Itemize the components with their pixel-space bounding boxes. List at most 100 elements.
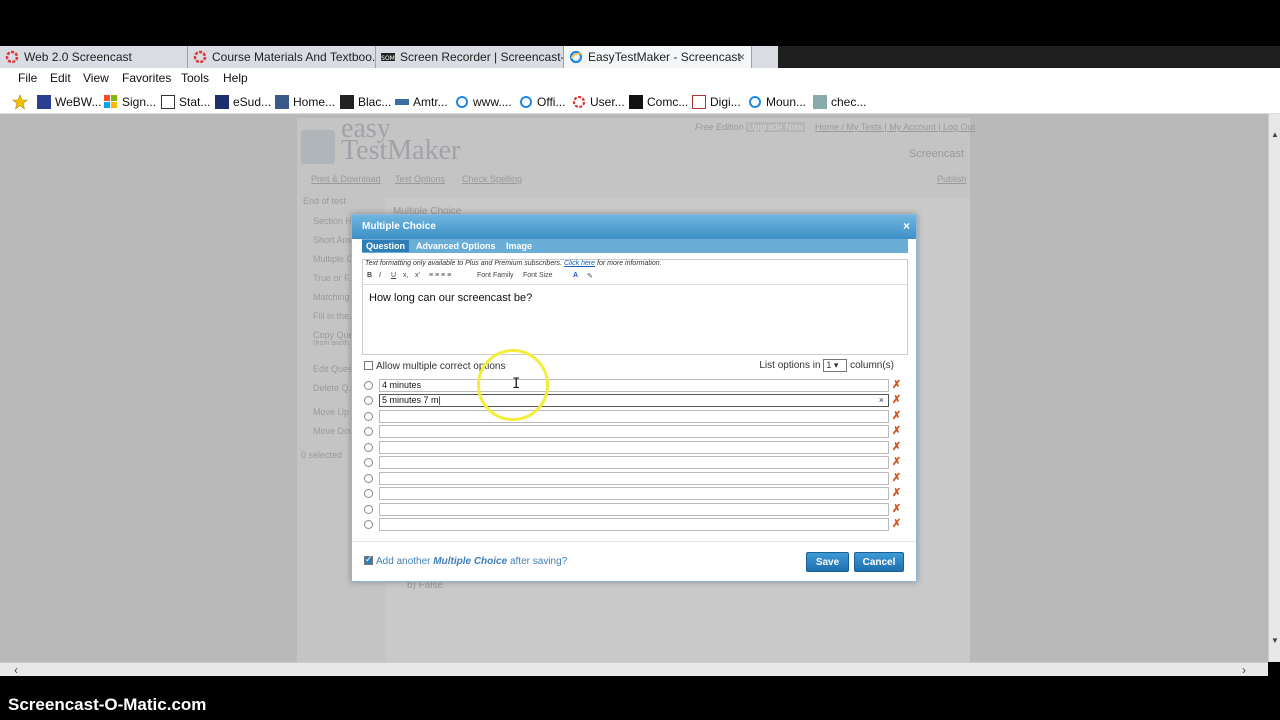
tab-screen-recorder[interactable]: SOM Screen Recorder | Screencast-... [376,46,564,68]
print-download-link[interactable]: Print & Download [311,174,381,184]
correct-radio[interactable] [364,474,373,483]
correct-radio[interactable] [364,427,373,436]
close-tab-icon[interactable]: × [738,46,745,68]
align-icons[interactable]: ≡ ≡ ≡ ≡ [429,272,451,279]
delete-option-icon[interactable]: ✗ [892,409,901,422]
option-input[interactable] [379,425,889,438]
bold-button[interactable]: B [367,272,372,279]
fav-user[interactable]: User... [572,95,625,109]
correct-radio[interactable] [364,443,373,452]
ie-icon [456,96,468,108]
delete-option-icon[interactable]: ✗ [892,471,901,484]
left-item[interactable]: Delete Q... [313,383,356,393]
ie-icon [520,96,532,108]
option-input[interactable] [379,410,889,423]
test-options-link[interactable]: Test Options [395,174,445,184]
option-input[interactable] [379,518,889,531]
question-text-area[interactable]: How long can our screencast be? [363,284,907,354]
menu-help[interactable]: Help [223,71,248,85]
option-input[interactable] [379,456,889,469]
vertical-scrollbar[interactable]: ▲ ▼ [1268,114,1280,662]
delete-option-icon[interactable]: ✗ [892,455,901,468]
correct-radio[interactable] [364,505,373,514]
option-input[interactable] [379,487,889,500]
favorites-star-icon[interactable] [12,94,28,110]
allow-multiple-checkbox[interactable] [364,361,373,370]
scroll-left-icon[interactable]: ‹ [14,663,18,677]
scroll-down-icon[interactable]: ▼ [1270,636,1280,648]
fav-esud[interactable]: eSud... [215,95,271,109]
delete-option-icon[interactable]: ✗ [892,424,901,437]
option-input[interactable]: 5 minutes 7 m| × [379,394,889,407]
menu-file[interactable]: File [18,71,37,85]
fav-blac[interactable]: Blac... [340,95,391,109]
click-here-link[interactable]: Click here [564,260,595,267]
delete-option-icon[interactable]: ✗ [892,393,901,406]
left-item[interactable]: Matching [313,292,350,302]
delete-option-icon[interactable]: ✗ [892,486,901,499]
menu-edit[interactable]: Edit [50,71,71,85]
left-item[interactable]: Move Up [313,407,349,417]
webw-icon [37,95,51,109]
underline-button[interactable]: U [391,272,396,279]
add-another-row[interactable]: Add another Multiple Choice after saving… [364,554,567,567]
fav-webw[interactable]: WeBW... [37,95,101,109]
fav-digi[interactable]: Digi... [692,95,741,109]
text-color-button[interactable]: A [573,272,578,279]
correct-radio[interactable] [364,412,373,421]
columns-select[interactable]: 1 ▾ [823,359,848,372]
save-button[interactable]: Save [806,552,849,572]
fav-stat[interactable]: Stat... [161,95,210,109]
fav-comc[interactable]: Comc... [629,95,688,109]
top-links[interactable]: Home / My Tests | My Account | Log Out [815,122,975,132]
horizontal-scrollbar[interactable]: ‹ › [0,662,1268,677]
font-size-select[interactable]: Font Size [523,272,553,279]
font-family-select[interactable]: Font Family [477,272,514,279]
left-item[interactable]: True or F... [313,273,356,283]
scroll-up-icon[interactable]: ▲ [1270,130,1280,142]
fav-home[interactable]: Home... [275,95,335,109]
close-icon[interactable]: × [903,219,910,233]
option-input[interactable] [379,472,889,485]
option-input[interactable] [379,441,889,454]
fav-offi[interactable]: Offi... [519,95,565,109]
cancel-button[interactable]: Cancel [854,552,904,572]
check-spelling-link[interactable]: Check Spelling [462,174,522,184]
fav-amtr[interactable]: Amtr... [395,95,448,109]
clear-icon[interactable]: × [879,395,884,406]
correct-radio[interactable] [364,396,373,405]
new-tab-button[interactable] [752,46,778,68]
delete-option-icon[interactable]: ✗ [892,502,901,515]
fav-moun[interactable]: Moun... [748,95,806,109]
delete-option-icon[interactable]: ✗ [892,517,901,530]
delete-option-icon[interactable]: ✗ [892,440,901,453]
fav-www[interactable]: www.... [455,95,512,109]
left-item[interactable]: Fill in the... [313,311,357,321]
italic-button[interactable]: I [379,272,381,279]
tab-web20-screencast[interactable]: Web 2.0 Screencast [0,46,188,68]
superscript-button[interactable]: x' [415,272,420,279]
correct-radio[interactable] [364,520,373,529]
menu-favorites[interactable]: Favorites [122,71,171,85]
highlight-button[interactable]: ✎ [587,272,593,280]
menu-tools[interactable]: Tools [181,71,209,85]
tab-advanced-options[interactable]: Advanced Options [412,240,500,252]
delete-option-icon[interactable]: ✗ [892,378,901,391]
tab-question[interactable]: Question [362,240,410,252]
publish-link[interactable]: Publish [937,174,967,184]
correct-radio[interactable] [364,458,373,467]
scroll-right-icon[interactable]: › [1242,663,1246,677]
fav-chec[interactable]: chec... [813,95,866,109]
tab-image[interactable]: Image [502,240,536,252]
tab-easytestmaker[interactable]: EasyTestMaker - Screencast × [564,46,752,68]
subscript-button[interactable]: x, [403,272,408,279]
add-another-checkbox[interactable] [364,554,373,565]
menu-view[interactable]: View [83,71,109,85]
option-input[interactable]: 4 minutes [379,379,889,392]
option-input[interactable] [379,503,889,516]
correct-radio[interactable] [364,489,373,498]
tab-course-materials[interactable]: Course Materials And Textboo... [188,46,376,68]
free-edition-label: Free Edition Upgrade Now [695,122,806,132]
fav-sign[interactable]: Sign... [104,95,156,109]
correct-radio[interactable] [364,381,373,390]
